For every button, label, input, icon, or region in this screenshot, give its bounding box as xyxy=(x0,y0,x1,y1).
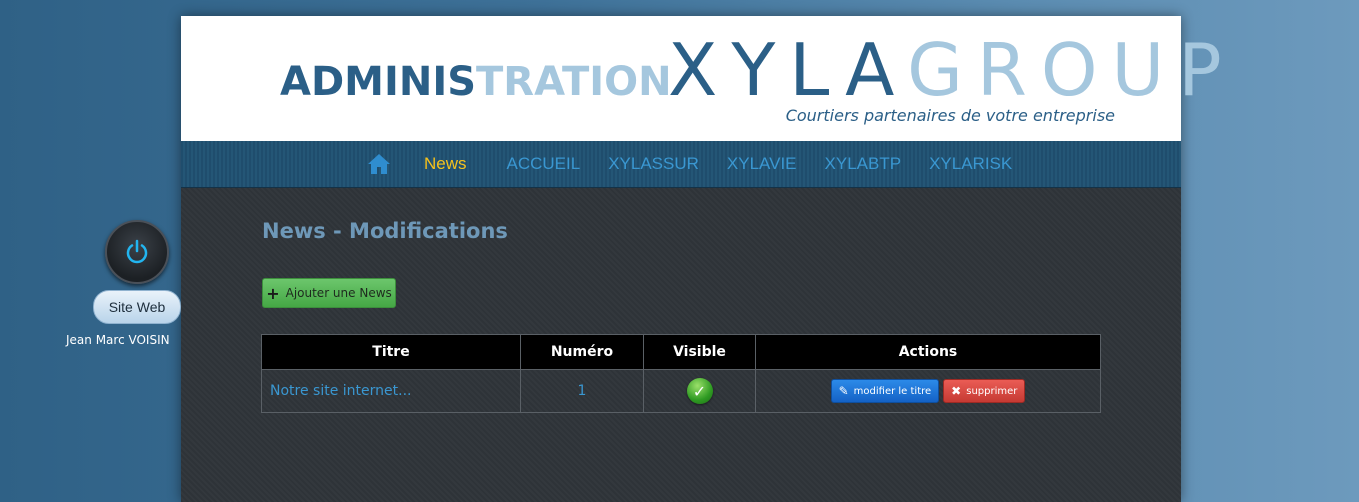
nav-item-accueil[interactable]: ACCUEIL xyxy=(507,154,581,174)
main-content: News - Modifications + Ajouter une News … xyxy=(181,188,1181,502)
column-header-titre: Titre xyxy=(261,334,521,370)
news-title-link[interactable]: Notre site internet... xyxy=(261,369,521,413)
nav-item-xylavie[interactable]: XYLAVIE xyxy=(727,154,797,174)
main-nav: News ACCUEIL XYLASSUR XYLAVIE XYLABTP XY… xyxy=(181,141,1181,188)
pencil-icon: ✎ xyxy=(838,384,849,398)
delete-label: supprimer xyxy=(966,385,1018,397)
nav-item-xylassur[interactable]: XYLASSUR xyxy=(608,154,699,174)
home-icon[interactable] xyxy=(366,151,392,177)
table-header-row: Titre Numéro Visible Actions xyxy=(261,334,1101,370)
nav-item-xylarisk[interactable]: XYLARISK xyxy=(929,154,1012,174)
column-header-numero: Numéro xyxy=(520,334,644,370)
table-row: Notre site internet... 1 ✓ ✎ modifier le … xyxy=(261,369,1101,413)
actions-cell: ✎ modifier le titre ✖ supprimer xyxy=(755,369,1101,413)
add-news-label: Ajouter une News xyxy=(285,286,392,300)
column-header-actions: Actions xyxy=(755,334,1101,370)
brand-logo: XYLAGROUP xyxy=(668,30,1236,110)
user-name: Jean Marc VOISIN xyxy=(66,333,170,347)
page-container: ADMINISTRATION XYLAGROUP Courtiers parte… xyxy=(181,16,1222,502)
header-banner: ADMINISTRATION XYLAGROUP Courtiers parte… xyxy=(181,16,1222,141)
news-table: Titre Numéro Visible Actions Notre site … xyxy=(261,334,1101,413)
edit-title-label: modifier le titre xyxy=(853,385,932,397)
brand-tagline: Courtiers partenaires de votre entrepris… xyxy=(785,106,1115,125)
column-header-visible: Visible xyxy=(643,334,756,370)
power-button[interactable] xyxy=(105,220,169,284)
admin-title: ADMINISTRATION xyxy=(280,57,672,107)
visible-cell: ✓ xyxy=(643,369,756,413)
site-web-button[interactable]: Site Web xyxy=(93,290,181,324)
page-title: News - Modifications xyxy=(262,219,508,243)
close-icon: ✖ xyxy=(951,384,962,398)
delete-button[interactable]: ✖ supprimer xyxy=(943,379,1026,403)
add-news-button[interactable]: + Ajouter une News xyxy=(262,278,396,308)
brand-part2: GROUP xyxy=(907,28,1236,112)
nav-item-news[interactable]: News xyxy=(424,154,467,174)
news-number: 1 xyxy=(520,369,644,413)
brand-part1: XYLA xyxy=(668,28,908,112)
admin-title-part2: TRATION xyxy=(476,59,672,105)
check-icon[interactable]: ✓ xyxy=(686,378,713,404)
edit-title-button[interactable]: ✎ modifier le titre xyxy=(830,379,940,403)
nav-item-xylabtp[interactable]: XYLABTP xyxy=(825,154,902,174)
admin-title-part1: ADMINIS xyxy=(280,59,477,105)
power-icon xyxy=(126,239,148,264)
plus-icon: + xyxy=(266,283,280,303)
